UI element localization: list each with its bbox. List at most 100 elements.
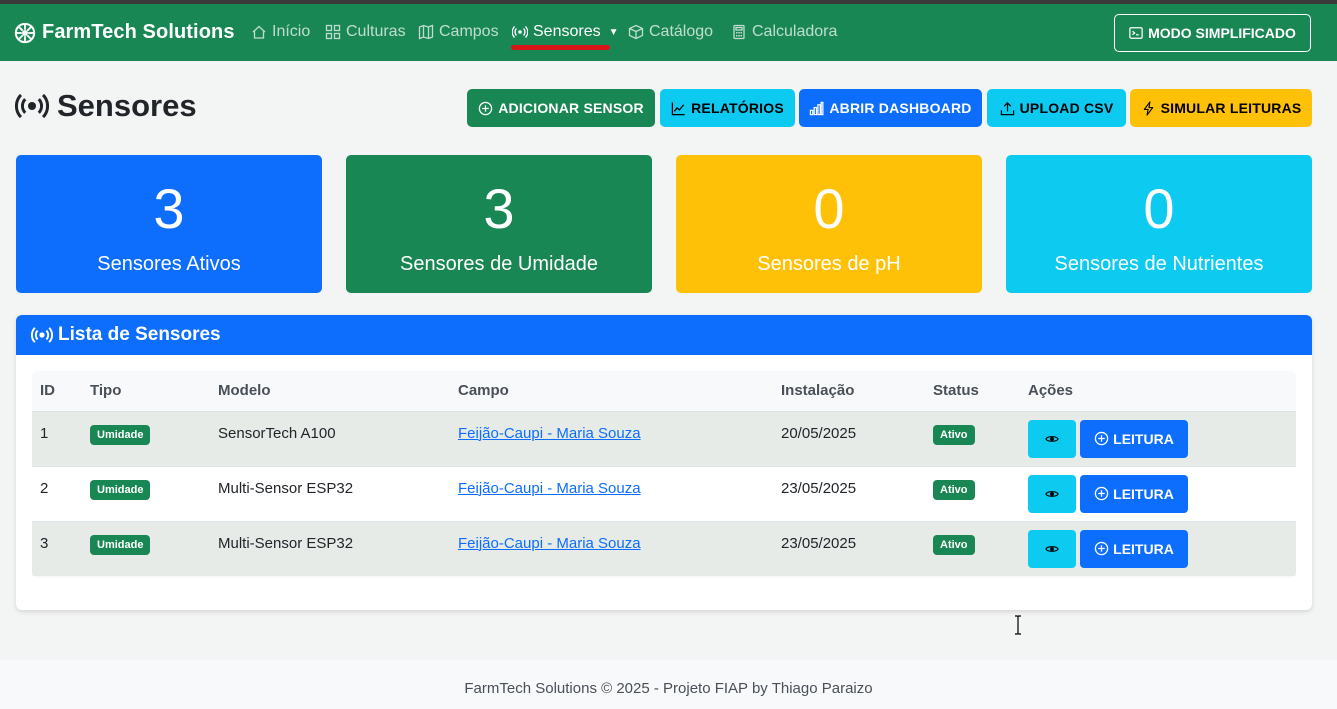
map-icon [418,24,434,40]
nav-label: Início [272,23,311,40]
column-header-tipo[interactable]: Tipo [82,371,210,411]
cell-tipo: Umidade [82,466,210,521]
active-nav-indicator [511,45,610,50]
cell-instalacao: 20/05/2025 [781,424,857,442]
nav-label: Campos [439,23,499,40]
open-dashboard-button[interactable]: ABRIR DASHBOARD [799,89,982,127]
nav-label: Sensores [533,23,601,40]
add-sensor-label: ADICIONAR SENSOR [498,100,644,116]
nav-item-catalogo[interactable]: Catálogo [628,23,713,41]
reports-button[interactable]: RELATÓRIOS [660,89,795,127]
cell-id: 1 [40,424,49,442]
stat-card-active-sensors: 3 Sensores Ativos [16,155,322,293]
stat-label: Sensores de pH [757,253,901,275]
page-title: Sensores [15,88,197,124]
brand-name: FarmTech Solutions [42,21,235,43]
add-sensor-button[interactable]: ADICIONAR SENSOR [467,89,655,127]
stat-value: 3 [153,177,185,240]
nav-item-calculadora[interactable]: Calculadora [731,23,837,41]
bar-chart-icon [810,101,824,115]
broadcast-icon [512,26,528,38]
navbar: FarmTech Solutions Início Culturas Campo… [0,4,1337,61]
simulate-readings-label: SIMULAR LEITURAS [1160,100,1302,116]
cell-id: 2 [40,479,49,497]
reports-label: RELATÓRIOS [691,100,784,116]
terminal-icon [1129,27,1143,39]
broadcast-icon [15,93,49,119]
nav-item-inicio[interactable]: Início [251,23,310,41]
sensor-table: ID Tipo Modelo Campo Instalação Status A… [32,371,1296,578]
table-header-row: ID Tipo Modelo Campo Instalação Status A… [32,371,1296,411]
eye-icon [1045,490,1059,497]
cell-campo: Feijão-Caupi - Maria Souza [450,521,773,576]
field-link[interactable]: Feijão-Caupi - Maria Souza [458,480,641,497]
nav-label: Catálogo [649,23,714,40]
cell-status: Ativo [925,466,1020,521]
brand[interactable]: FarmTech Solutions [14,21,235,44]
table-row: 1 Umidade SensorTech A100 Feijão-Caupi -… [32,411,1296,466]
eye-icon [1045,545,1059,552]
simulate-readings-button[interactable]: SIMULAR LEITURAS [1130,89,1312,127]
upload-csv-label: UPLOAD CSV [1019,100,1114,116]
column-header-id[interactable]: ID [32,371,82,411]
upload-csv-button[interactable]: UPLOAD CSV [987,89,1126,127]
cell-instalacao: 23/05/2025 [781,479,857,497]
column-header-status[interactable]: Status [925,371,1020,411]
grid-icon [325,24,341,40]
stat-label: Sensores de Umidade [400,253,598,275]
table-row: 3 Umidade Multi-Sensor ESP32 Feijão-Caup… [32,521,1296,576]
column-header-modelo[interactable]: Modelo [210,371,450,411]
cell-campo: Feijão-Caupi - Maria Souza [450,411,773,466]
type-badge: Umidade [90,534,151,555]
stat-value: 3 [483,177,515,240]
cell-status: Ativo [925,521,1020,576]
add-reading-label: LEITURA [1113,430,1174,447]
simplified-mode-label: MODO SIMPLIFICADO [1148,25,1296,41]
upload-icon [1000,101,1014,115]
status-badge: Ativo [933,534,975,555]
view-sensor-button[interactable] [1028,529,1076,568]
add-reading-label: LEITURA [1113,485,1174,502]
gear-icon [14,22,36,43]
column-header-acoes: Ações [1028,382,1074,400]
stat-value: 0 [1143,177,1175,240]
stat-label: Sensores de Nutrientes [1054,253,1264,275]
plus-circle-icon [1094,431,1109,446]
add-reading-button[interactable]: LEITURA [1080,474,1188,513]
nav-label: Culturas [346,23,406,40]
add-reading-button[interactable]: LEITURA [1080,419,1188,458]
footer: FarmTech Solutions © 2025 - Projeto FIAP… [0,660,1337,709]
page-title-text: Sensores [57,88,197,123]
type-badge: Umidade [90,424,151,445]
nav-item-culturas[interactable]: Culturas [325,23,406,41]
chart-line-icon [671,101,685,115]
home-icon [252,25,266,39]
nav-item-campos[interactable]: Campos [418,23,499,41]
stat-value: 0 [813,177,845,240]
column-header-instalacao[interactable]: Instalação [773,371,925,411]
plus-circle-icon [478,101,493,115]
field-link[interactable]: Feijão-Caupi - Maria Souza [458,425,641,442]
plus-circle-icon [1094,541,1109,556]
nav-item-sensores[interactable]: Sensores ▼ [512,23,619,41]
eye-icon [1045,435,1059,442]
nav-label: Calculadora [752,23,838,40]
add-reading-button[interactable]: LEITURA [1080,529,1188,568]
cell-instalacao: 23/05/2025 [781,534,857,552]
add-reading-label: LEITURA [1113,540,1174,557]
cell-modelo: Multi-Sensor ESP32 [218,479,354,497]
open-dashboard-label: ABRIR DASHBOARD [829,100,972,116]
cell-acoes: LEITURA [1020,411,1296,466]
stat-card-ph-sensors: 0 Sensores de pH [676,155,982,293]
sensor-list-card: Lista de Sensores ID Tipo Modelo Campo I… [16,315,1312,610]
text-cursor-icon [1015,615,1021,635]
type-badge: Umidade [90,479,151,500]
sensor-list-header: Lista de Sensores [16,315,1312,355]
plus-circle-icon [1094,486,1109,501]
simplified-mode-button[interactable]: MODO SIMPLIFICADO [1114,14,1311,52]
field-link[interactable]: Feijão-Caupi - Maria Souza [458,535,641,552]
view-sensor-button[interactable] [1028,419,1076,458]
view-sensor-button[interactable] [1028,474,1076,513]
broadcast-icon [31,327,53,343]
column-header-campo[interactable]: Campo [450,371,773,411]
